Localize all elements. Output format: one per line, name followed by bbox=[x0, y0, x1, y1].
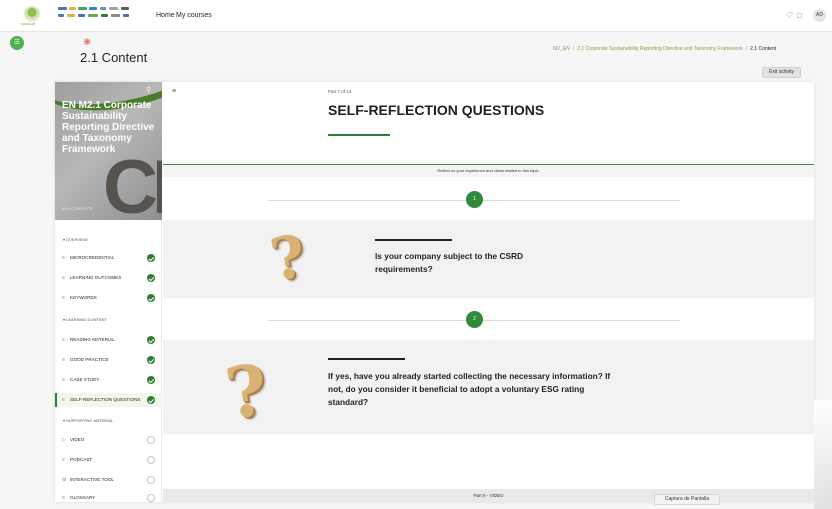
incomplete-circle-icon bbox=[147, 494, 155, 502]
completed-check-icon bbox=[147, 396, 155, 404]
breadcrumb: M2_EN/2.1 Corporate Sustainability Repor… bbox=[553, 46, 776, 52]
chat-icon[interactable]: □ bbox=[797, 11, 802, 20]
sidebar-item-label: Glossary bbox=[70, 495, 96, 500]
completed-check-icon bbox=[147, 274, 155, 282]
nav-my-courses-link[interactable]: My courses bbox=[176, 12, 212, 19]
screenshot-toast: Captura de Pantalla bbox=[654, 494, 720, 505]
video-icon: ▷ bbox=[62, 437, 66, 443]
sidebar-item-microcredential[interactable]: ≡ Microcredential bbox=[55, 251, 162, 265]
sidebar-item-label: Keywords bbox=[70, 295, 97, 300]
sidebar-item-interactive-tool[interactable]: ⚙ Interactive tool bbox=[55, 473, 162, 487]
list-icon: ≡ bbox=[62, 495, 65, 501]
sidebar-item-label: Reading material bbox=[70, 337, 115, 342]
list-icon: ≡ bbox=[62, 397, 65, 403]
right-edge-decoration bbox=[814, 400, 832, 509]
sidebar-item-glossary[interactable]: ≡ Glossary bbox=[55, 491, 162, 502]
sidebar-item-case-study[interactable]: ≡ Case study bbox=[55, 373, 162, 387]
incomplete-circle-icon bbox=[147, 436, 155, 444]
list-icon: ≡ bbox=[62, 357, 65, 363]
sidebar-section-overview[interactable]: ▾ Overview bbox=[63, 237, 88, 242]
user-avatar[interactable]: AD bbox=[813, 9, 826, 22]
breadcrumb-current: 2.1 Content bbox=[750, 46, 776, 52]
completed-check-icon bbox=[147, 294, 155, 302]
list-icon: ≡ bbox=[62, 275, 65, 281]
section-title: SELF-REFLECTION QUESTIONS bbox=[328, 102, 545, 118]
intro-band: Reflect on your experience and views rel… bbox=[163, 165, 814, 177]
course-index-toggle[interactable]: ☰ bbox=[10, 36, 24, 50]
sidebar-item-keywords[interactable]: ≡ Keywords bbox=[55, 291, 162, 305]
course-cover: CL EN M2.1 Corporate Sustainability Repo… bbox=[55, 82, 162, 220]
bell-icon[interactable]: ♡ bbox=[786, 11, 793, 20]
sidebar-item-podcast[interactable]: ≡ Podcast bbox=[55, 453, 162, 467]
exit-activity-button[interactable]: Exit activity bbox=[762, 67, 801, 78]
question-dash bbox=[328, 358, 405, 360]
partner-logos bbox=[58, 7, 140, 25]
sidebar-item-learning-outcomes[interactable]: ≡ Learning outcomes bbox=[55, 271, 162, 285]
part-counter: Part 7 of 13 bbox=[328, 89, 352, 94]
list-icon: ≡ bbox=[62, 457, 65, 463]
question-mark-icon: ? bbox=[265, 221, 311, 295]
breadcrumb-separator: / bbox=[745, 46, 748, 52]
sidebar-item-label: Learning outcomes bbox=[70, 275, 122, 280]
search-icon[interactable]: ⚲ bbox=[146, 86, 151, 94]
list-icon: ≡ bbox=[62, 337, 65, 343]
sidebar-item-reading-material[interactable]: ≡ Reading material bbox=[55, 333, 162, 347]
sidebar-item-label: Video bbox=[70, 437, 85, 442]
sidebar-item-label: Case study bbox=[70, 377, 100, 382]
question-dash bbox=[375, 239, 452, 241]
scorm-activity-icon: ❋ bbox=[83, 37, 91, 47]
top-navbar: SUSSLAB Home My courses ♡ □ AD bbox=[0, 0, 832, 32]
breadcrumb-course[interactable]: M2_EN bbox=[553, 46, 570, 52]
completed-check-icon bbox=[147, 254, 155, 262]
course-title: EN M2.1 Corporate Sustainability Reporti… bbox=[62, 100, 155, 155]
list-icon: ≡ bbox=[62, 377, 65, 383]
sidebar-item-video[interactable]: ▷ Video bbox=[55, 433, 162, 447]
question-number-badge: 2 bbox=[466, 311, 483, 328]
sidebar-section-learning-content[interactable]: ▾ Learning content bbox=[63, 317, 107, 322]
sidebar-section-supporting-material[interactable]: ▾ Supporting material bbox=[63, 418, 113, 423]
sidebar-item-label: Podcast bbox=[70, 457, 93, 462]
breadcrumb-section[interactable]: 2.1 Corporate Sustainability Reporting D… bbox=[577, 46, 743, 52]
sidebar-item-label: Interactive tool bbox=[70, 477, 114, 482]
scorm-content-frame: CL EN M2.1 Corporate Sustainability Repo… bbox=[55, 82, 814, 502]
sidebar-item-label: Self-reflection questions bbox=[70, 397, 141, 402]
question-text: If yes, have you already started collect… bbox=[328, 371, 611, 407]
lesson-sidebar: CL EN M2.1 Corporate Sustainability Repo… bbox=[55, 82, 162, 502]
tool-icon: ⚙ bbox=[62, 477, 67, 483]
incomplete-circle-icon bbox=[147, 476, 155, 484]
breadcrumb-separator: / bbox=[572, 46, 575, 52]
sidebar-item-label: Good practice bbox=[70, 357, 109, 362]
question-card: ? If yes, have you already started colle… bbox=[163, 340, 814, 436]
completed-check-icon bbox=[147, 356, 155, 364]
page-title: 2.1 Content bbox=[80, 50, 148, 65]
title-underline bbox=[328, 134, 390, 136]
site-logo[interactable] bbox=[24, 6, 40, 22]
course-progress: 64% COMPLETE bbox=[62, 206, 94, 211]
menu-icon[interactable]: ≡ bbox=[172, 88, 176, 95]
intro-text: Reflect on your experience and views rel… bbox=[437, 168, 540, 173]
completed-check-icon bbox=[147, 336, 155, 344]
cover-letters: CL bbox=[103, 145, 162, 221]
sidebar-item-label: Microcredential bbox=[70, 255, 115, 260]
question-card: ? Is your company subject to the CSRD re… bbox=[163, 220, 814, 298]
completed-check-icon bbox=[147, 376, 155, 384]
list-icon: ≡ bbox=[62, 295, 65, 301]
question-text: Is your company subject to the CSRD requ… bbox=[375, 251, 523, 274]
site-logo-caption: SUSSLAB bbox=[21, 22, 35, 26]
incomplete-circle-icon bbox=[147, 456, 155, 464]
lesson-content: ≡ Part 7 of 13 SELF-REFLECTION QUESTIONS… bbox=[163, 82, 814, 502]
list-icon: ≡ bbox=[62, 255, 65, 261]
nav-home-link[interactable]: Home bbox=[156, 12, 175, 19]
question-number-badge: 1 bbox=[466, 191, 483, 208]
sidebar-item-self-reflection-questions[interactable]: ≡ Self-reflection questions bbox=[55, 393, 162, 407]
sidebar-item-good-practice[interactable]: ≡ Good practice bbox=[55, 353, 162, 367]
question-mark-icon: ? bbox=[220, 347, 273, 436]
